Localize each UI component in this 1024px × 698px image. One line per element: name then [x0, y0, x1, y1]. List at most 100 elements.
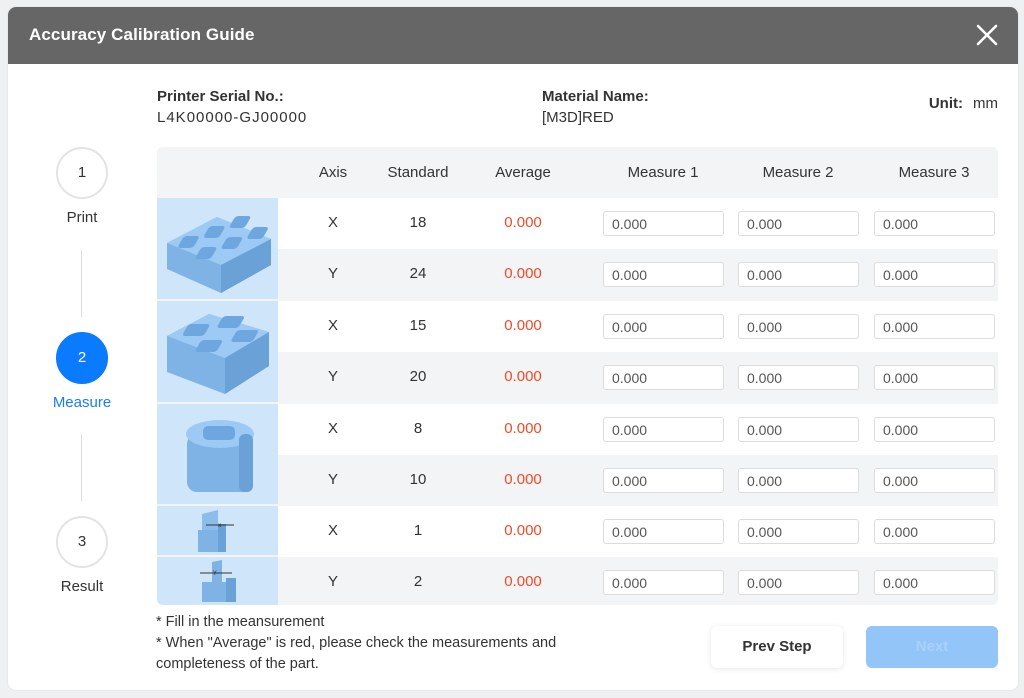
measure-3-input[interactable] — [874, 365, 995, 390]
unit-label: Unit: — [928, 95, 963, 112]
step-number-circle: 3 — [56, 516, 108, 568]
step-label: Print — [66, 209, 98, 226]
single-cavity-block-image — [157, 404, 278, 504]
measure-3-input[interactable] — [874, 262, 995, 287]
table-row: Y 20 0.000 — [278, 352, 998, 403]
note-average-red: * When "Average" is red, please check th… — [156, 635, 557, 672]
step-measure: 2 Measure — [53, 332, 111, 411]
header-measure-2: Measure 2 — [762, 164, 834, 181]
axis-cell: X — [327, 420, 338, 437]
average-cell: 0.000 — [504, 522, 542, 539]
measure-3-input[interactable] — [874, 519, 995, 544]
step-label: Result — [60, 578, 104, 595]
average-cell: 0.000 — [504, 573, 542, 590]
step-number-circle: 1 — [56, 147, 108, 199]
step-connector — [81, 434, 82, 501]
header-measure-1: Measure 1 — [627, 164, 699, 181]
axis-cell: X — [327, 214, 338, 231]
measure-2-input[interactable] — [738, 468, 859, 493]
standard-cell: 18 — [409, 214, 427, 231]
measure-3-input[interactable] — [874, 570, 995, 595]
material-name-info: Material Name: [M3D]RED — [542, 86, 649, 128]
table-row: X 15 0.000 — [278, 301, 998, 352]
average-cell: 0.000 — [504, 317, 542, 334]
standard-cell: 2 — [413, 573, 423, 590]
standard-cell: 10 — [409, 471, 427, 488]
table-row: Y 10 0.000 — [278, 455, 998, 506]
table-row: Y 2 0.000 — [278, 557, 998, 605]
axis-cell: Y — [327, 471, 338, 488]
measure-1-input[interactable] — [603, 262, 724, 287]
measure-1-input[interactable] — [603, 365, 724, 390]
next-button[interactable]: Next — [866, 626, 998, 668]
measure-2-input[interactable] — [738, 519, 859, 544]
instructions-notes: * Fill in the meansurement * When "Avera… — [156, 612, 626, 675]
average-cell: 0.000 — [504, 471, 542, 488]
average-cell: 0.000 — [504, 214, 542, 231]
axis-cell: X — [327, 317, 338, 334]
table-row: X 1 0.000 — [278, 506, 998, 557]
printer-serial-label: Printer Serial No.: — [157, 88, 284, 105]
step-label: Measure — [52, 394, 112, 411]
measure-3-input[interactable] — [874, 468, 995, 493]
measure-1-input[interactable] — [603, 519, 724, 544]
axis-cell: X — [327, 522, 338, 539]
four-cavity-block-image — [157, 301, 278, 402]
average-cell: 0.000 — [504, 368, 542, 385]
measure-1-input[interactable] — [603, 570, 724, 595]
axis-cell: Y — [327, 368, 338, 385]
standard-cell: 15 — [409, 317, 427, 334]
material-name-value: [M3D]RED — [542, 109, 614, 126]
measure-2-input[interactable] — [738, 211, 859, 236]
standard-cell: 1 — [413, 522, 423, 539]
measure-2-input[interactable] — [738, 314, 859, 339]
measure-1-input[interactable] — [603, 314, 724, 339]
y-axis-fin-image: Y — [157, 557, 278, 605]
measure-2-input[interactable] — [738, 570, 859, 595]
standard-cell: 8 — [413, 420, 423, 437]
step-connector — [81, 250, 82, 317]
six-cavity-block-image — [157, 198, 278, 299]
calibration-dialog: Accuracy Calibration Guide Printer Seria… — [8, 7, 1018, 690]
measure-1-input[interactable] — [603, 468, 724, 493]
measure-3-input[interactable] — [874, 314, 995, 339]
step-result: 3 Result — [56, 516, 108, 595]
close-button[interactable] — [974, 22, 1000, 48]
printer-serial-info: Printer Serial No.: L4K00000-GJ00000 — [157, 86, 307, 128]
standard-cell: 20 — [409, 368, 427, 385]
svg-text:x: x — [218, 522, 222, 529]
unit-info: Unit: mm — [929, 95, 998, 112]
unit-value: mm — [973, 95, 998, 112]
svg-text:Y: Y — [212, 570, 217, 577]
measure-1-input[interactable] — [603, 211, 724, 236]
dialog-title: Accuracy Calibration Guide — [29, 25, 255, 44]
table-header: Axis Standard Average Measure 1 Measure … — [157, 147, 998, 198]
material-name-label: Material Name: — [542, 88, 649, 105]
printer-serial-value: L4K00000-GJ00000 — [157, 109, 308, 126]
measurement-table: Axis Standard Average Measure 1 Measure … — [157, 147, 998, 605]
x-axis-fin-image: x — [157, 506, 278, 555]
average-cell: 0.000 — [504, 265, 542, 282]
measure-3-input[interactable] — [874, 211, 995, 236]
axis-cell: Y — [327, 573, 338, 590]
axis-cell: Y — [327, 265, 338, 282]
header-measure-3: Measure 3 — [898, 164, 970, 181]
measure-3-input[interactable] — [874, 417, 995, 442]
average-cell: 0.000 — [504, 420, 542, 437]
step-print: 1 Print — [56, 147, 108, 226]
close-icon — [976, 24, 998, 46]
measure-2-input[interactable] — [738, 262, 859, 287]
dialog-header: Accuracy Calibration Guide — [8, 7, 1018, 64]
measure-1-input[interactable] — [603, 417, 724, 442]
header-average: Average — [495, 164, 551, 181]
header-axis: Axis — [318, 164, 348, 181]
table-row: X 18 0.000 — [278, 198, 998, 249]
prev-step-button[interactable]: Prev Step — [711, 626, 843, 668]
table-row: Y 24 0.000 — [278, 249, 998, 300]
table-row: X 8 0.000 — [278, 404, 998, 455]
header-standard: Standard — [387, 164, 449, 181]
step-number-circle: 2 — [56, 332, 108, 384]
measure-2-input[interactable] — [738, 365, 859, 390]
note-fill-in: * Fill in the meansurement — [156, 614, 325, 630]
measure-2-input[interactable] — [738, 417, 859, 442]
